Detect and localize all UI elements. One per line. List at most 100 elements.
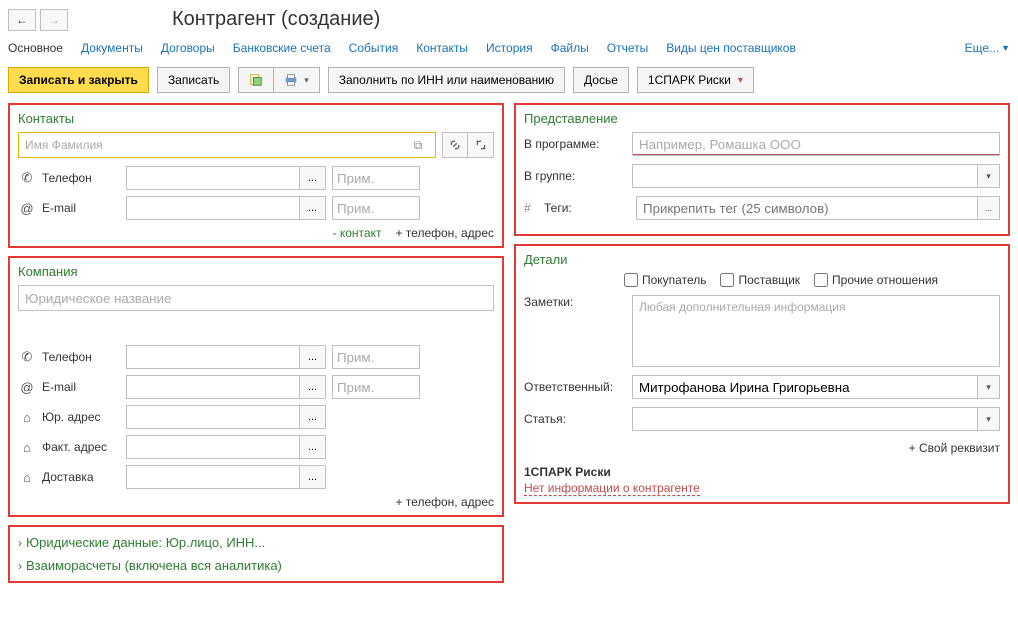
spark-no-info-link[interactable]: Нет информации о контрагенте (524, 481, 700, 496)
other-relations-checkbox-label[interactable]: Прочие отношения (814, 273, 938, 287)
contact-name-expand-icon[interactable]: ⧉ (407, 138, 429, 153)
contact-email-more-button[interactable]: ... (300, 196, 326, 220)
tab-contracts[interactable]: Договоры (161, 39, 215, 57)
page-title: Контрагент (создание) (172, 8, 380, 31)
notes-label: Заметки: (524, 295, 626, 309)
tab-reports[interactable]: Отчеты (607, 39, 648, 57)
contact-phone-more-button[interactable]: ... (300, 166, 326, 190)
company-phone-input[interactable] (126, 345, 300, 369)
tabs-more[interactable]: Еще...▼ (965, 39, 1010, 57)
email-icon: @ (18, 380, 36, 395)
settlements-expander[interactable]: › Взаиморасчеты (включена вся аналитика) (18, 554, 494, 577)
phone-icon: ✆ (18, 349, 36, 365)
fact-address-label: Факт. адрес (42, 440, 120, 454)
in-program-input[interactable] (632, 132, 1000, 156)
add-phone-address-link[interactable]: + телефон, адрес (395, 226, 494, 240)
tab-main[interactable]: Основное (8, 39, 63, 57)
save-and-close-button[interactable]: Записать и закрыть (8, 67, 149, 93)
phone-icon: ✆ (18, 170, 36, 186)
other-relations-checkbox[interactable] (814, 273, 828, 287)
contact-phone-note-input[interactable] (332, 166, 420, 190)
delivery-input[interactable] (126, 465, 300, 489)
tab-bank-accounts[interactable]: Банковские счета (233, 39, 331, 57)
company-email-note-input[interactable] (332, 375, 420, 399)
representation-title: Представление (524, 111, 1000, 126)
article-label: Статья: (524, 412, 626, 426)
home-icon: ⌂ (18, 410, 36, 425)
remove-contact-link[interactable]: - контакт (333, 226, 382, 240)
legal-address-label: Юр. адрес (42, 410, 120, 424)
in-group-dropdown-button[interactable]: ▾ (978, 164, 1000, 188)
nav-forward-button[interactable]: → (40, 9, 68, 31)
spark-risks-button[interactable]: 1СПАРК Риски▾ (637, 67, 754, 93)
company-panel: Компания ✆ Телефон ... @ E-mail ... (8, 256, 504, 517)
fact-address-input[interactable] (126, 435, 300, 459)
contact-name-input[interactable] (25, 138, 407, 152)
unlink-icon (474, 138, 488, 152)
company-phone-more-button[interactable]: ... (300, 345, 326, 369)
company-phone-label: Телефон (42, 350, 120, 364)
legal-address-input[interactable] (126, 405, 300, 429)
legal-data-expander[interactable]: › Юридические данные: Юр.лицо, ИНН... (18, 531, 494, 554)
details-panel: Детали Покупатель Поставщик Прочие отнош… (514, 244, 1010, 504)
company-add-phone-address-link[interactable]: + телефон, адрес (395, 495, 494, 509)
delivery-more-button[interactable]: ... (300, 465, 326, 489)
tags-label: Теги: (544, 201, 630, 215)
hash-icon: # (524, 201, 538, 215)
add-own-requisite-link[interactable]: + Свой реквизит (524, 441, 1000, 455)
contacts-title: Контакты (18, 111, 494, 126)
supplier-checkbox-label[interactable]: Поставщик (720, 273, 800, 287)
contact-email-note-input[interactable] (332, 196, 420, 220)
notes-textarea[interactable] (632, 295, 1000, 367)
company-email-input[interactable] (126, 375, 300, 399)
copy-button[interactable] (238, 67, 274, 93)
buyer-checkbox-label[interactable]: Покупатель (624, 273, 706, 287)
tags-input[interactable] (636, 196, 978, 220)
legal-address-more-button[interactable]: ... (300, 405, 326, 429)
toolbar: Записать и закрыть Записать ▾ Заполнить … (8, 67, 1010, 93)
link-contact-button[interactable] (442, 132, 468, 158)
responsible-dropdown-button[interactable]: ▾ (978, 375, 1000, 399)
tags-more-button[interactable]: ... (978, 196, 1000, 220)
representation-panel: Представление В программе: В группе: ▾ #… (514, 103, 1010, 236)
responsible-input[interactable] (632, 375, 978, 399)
chevron-right-icon: › (18, 536, 22, 550)
contact-email-input[interactable] (126, 196, 300, 220)
company-title: Компания (18, 264, 494, 279)
save-button[interactable]: Записать (157, 67, 230, 93)
article-input[interactable] (632, 407, 978, 431)
details-title: Детали (524, 252, 1000, 267)
tab-documents[interactable]: Документы (81, 39, 143, 57)
home-icon: ⌂ (18, 470, 36, 485)
contacts-panel: Контакты ⧉ ✆ Телефон (8, 103, 504, 248)
article-dropdown-button[interactable]: ▾ (978, 407, 1000, 431)
buyer-checkbox[interactable] (624, 273, 638, 287)
dossier-button[interactable]: Досье (573, 67, 629, 93)
tab-supplier-prices[interactable]: Виды цен поставщиков (666, 39, 796, 57)
responsible-label: Ответственный: (524, 380, 626, 394)
in-program-label: В программе: (524, 137, 626, 151)
contact-phone-input[interactable] (126, 166, 300, 190)
contact-email-label: E-mail (42, 201, 120, 215)
fill-by-inn-button[interactable]: Заполнить по ИНН или наименованию (328, 67, 565, 93)
nav-back-button[interactable]: ← (8, 9, 36, 31)
delivery-label: Доставка (42, 470, 120, 484)
home-icon: ⌂ (18, 440, 36, 455)
company-name-input[interactable] (18, 285, 494, 311)
tab-files[interactable]: Файлы (551, 39, 589, 57)
company-email-more-button[interactable]: ... (300, 375, 326, 399)
in-group-label: В группе: (524, 169, 626, 183)
spark-risks-title: 1СПАРК Риски (524, 465, 1000, 479)
tab-contacts[interactable]: Контакты (416, 39, 468, 57)
unlink-contact-button[interactable] (468, 132, 494, 158)
chevron-right-icon: › (18, 559, 22, 573)
contact-phone-label: Телефон (42, 171, 120, 185)
supplier-checkbox[interactable] (720, 273, 734, 287)
print-button[interactable]: ▾ (274, 67, 320, 93)
tab-events[interactable]: События (349, 39, 399, 57)
fact-address-more-button[interactable]: ... (300, 435, 326, 459)
company-phone-note-input[interactable] (332, 345, 420, 369)
tab-history[interactable]: История (486, 39, 533, 57)
print-icon (284, 73, 298, 87)
in-group-input[interactable] (632, 164, 978, 188)
